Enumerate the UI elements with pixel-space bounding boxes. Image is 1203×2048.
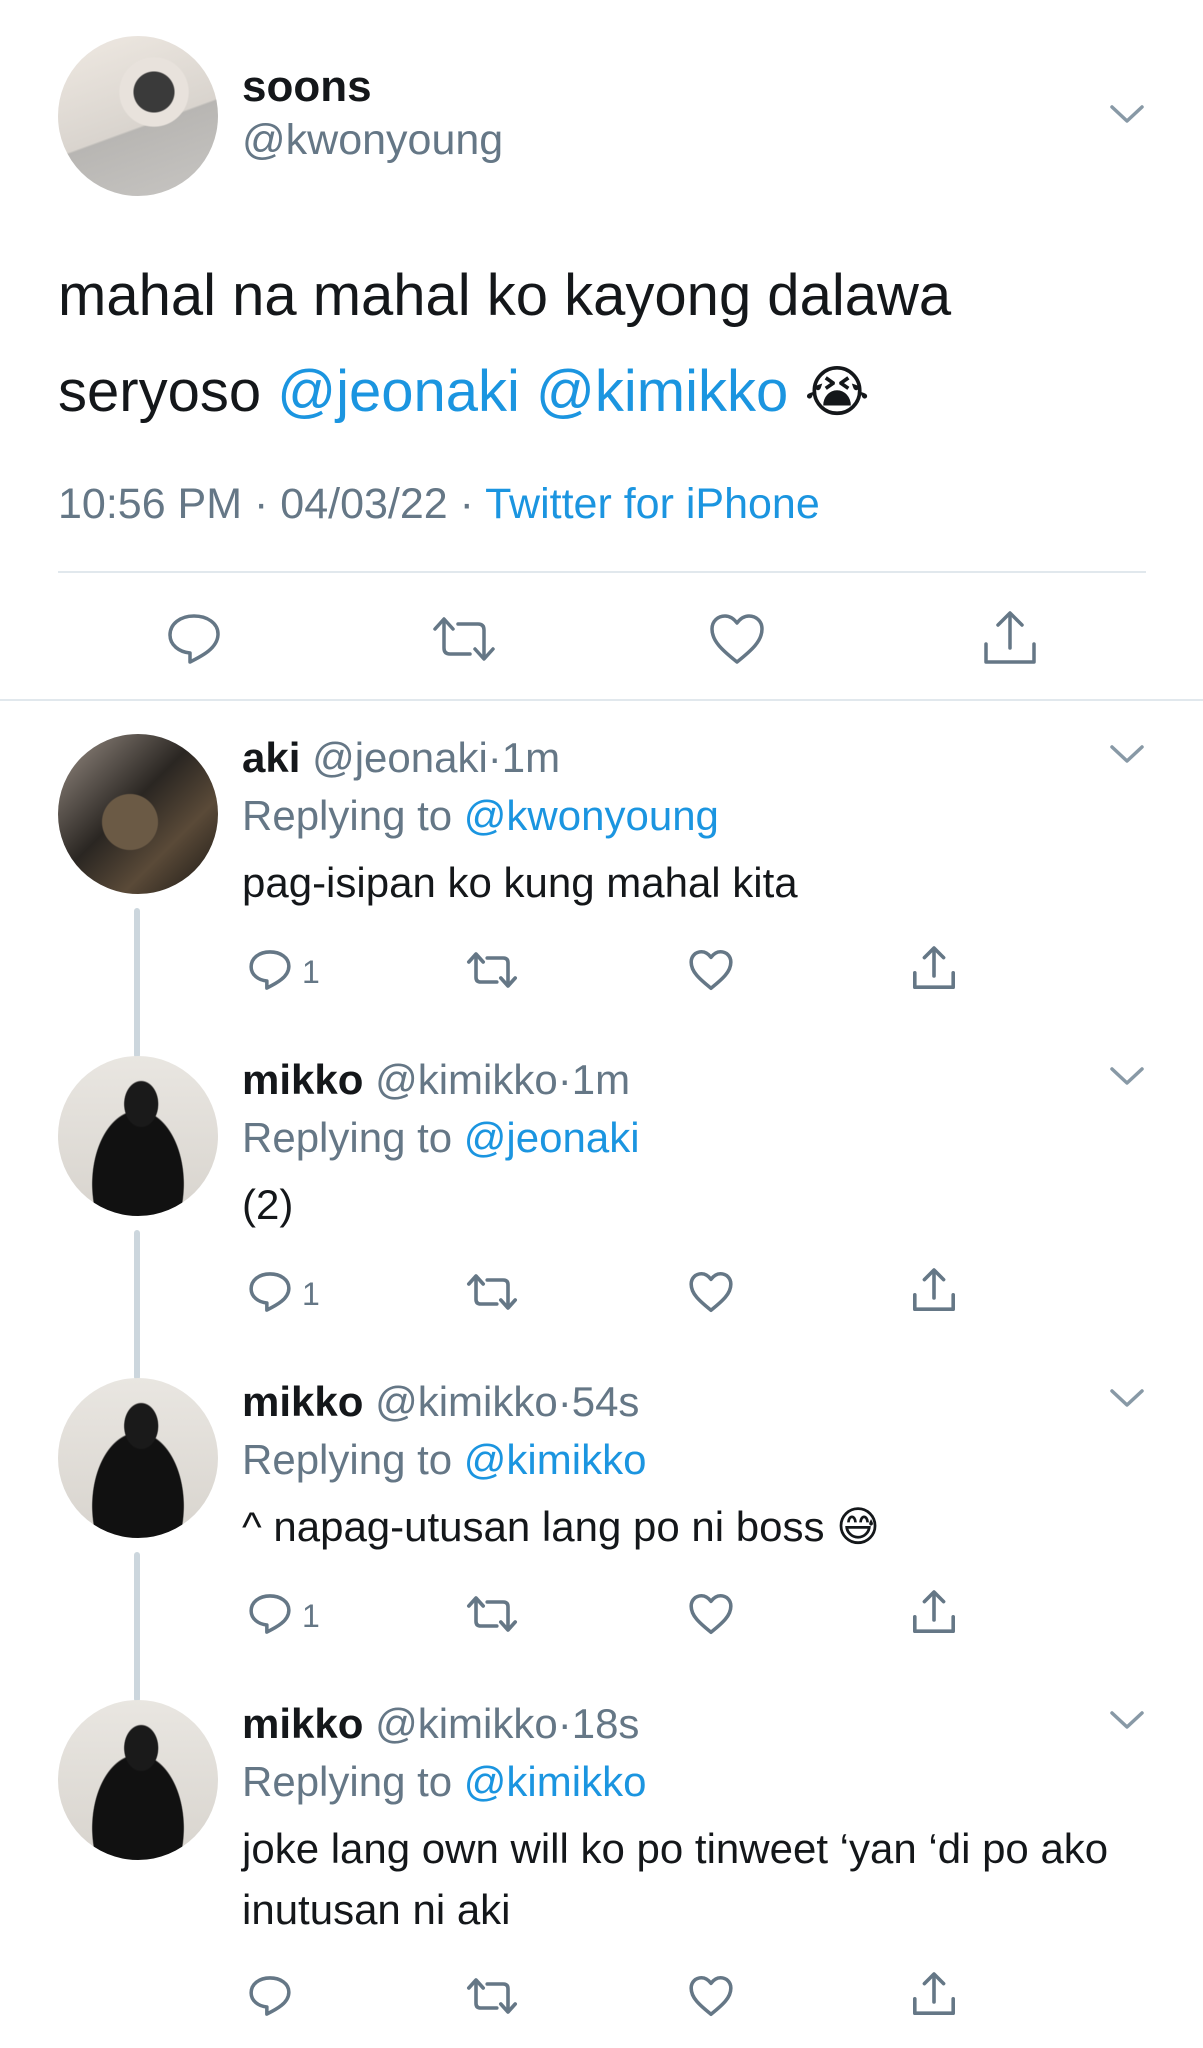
mention-link[interactable]: @kimikko [536,359,788,424]
mention-link[interactable]: @jeonaki [464,1114,640,1161]
author-name[interactable]: mikko [242,1700,363,1747]
retweet-icon[interactable] [432,614,496,664]
author-name[interactable]: mikko [242,1056,363,1103]
reply-icon[interactable] [248,1270,292,1314]
reply-icon[interactable] [248,948,292,992]
tweet-time: 10:56 PM [58,480,243,528]
reply-header: mikko @kimikko·54s [242,1378,639,1426]
avatar[interactable] [58,1378,218,1538]
author-handle[interactable]: @kimikko [375,1700,558,1747]
share-icon[interactable] [910,1266,958,1314]
replying-label: Replying to [242,1114,453,1161]
like-icon[interactable] [688,1974,734,2018]
mention-link[interactable]: @kimikko [464,1758,647,1805]
tweet-age: 1m [571,1056,631,1103]
chevron-down-icon[interactable] [1110,744,1144,764]
reply-count: 1 [302,1276,320,1312]
reply-count: 1 [302,954,320,990]
reply-icon[interactable] [248,1974,292,2018]
share-icon[interactable] [910,1970,958,2018]
like-icon[interactable] [688,1270,734,1314]
reply-icon[interactable] [166,612,222,666]
chevron-down-icon[interactable] [1110,1066,1144,1086]
chevron-down-icon[interactable] [1110,104,1144,124]
reply-actions: 1 [0,944,1203,1000]
reply-text: joke lang own will ko po tinweet ‘yan ‘d… [242,1825,1109,1933]
mention-link[interactable]: @kwonyoung [464,792,719,839]
reply-header: mikko @kimikko·18s [242,1700,639,1748]
tweet-text-prefix: seryoso [58,359,262,424]
reply-actions [0,1970,1203,2026]
avatar[interactable] [58,734,218,894]
chevron-down-icon[interactable] [1110,1388,1144,1408]
divider [0,699,1203,701]
retweet-icon[interactable] [466,1594,518,1634]
meta-separator: · [557,1700,572,1747]
reply-count: 1 [302,1598,320,1634]
tweet-age: 18s [571,1700,640,1747]
avatar[interactable] [58,1056,218,1216]
share-icon[interactable] [910,1588,958,1636]
meta-separator: · [557,1056,572,1103]
author-handle[interactable]: @kimikko [375,1378,558,1425]
tweet-source-link[interactable]: Twitter for iPhone [485,480,820,528]
author-name[interactable]: soons [242,62,372,112]
author-handle[interactable]: @jeonaki [312,734,488,781]
crying-emoji: 😭 [804,360,870,425]
tweet-age: 1m [501,734,561,781]
divider [58,571,1146,573]
tweet-date: 04/03/22 [280,480,448,528]
retweet-icon[interactable] [466,1272,518,1312]
meta-separator: · [254,480,269,528]
tweet-meta: 10:56 PM · 04/03/22 · Twitter for iPhone [58,480,820,529]
mention-link[interactable]: @jeonaki [277,359,520,424]
tweet-age: 54s [571,1378,640,1425]
reply-text: pag-isipan ko kung mahal kita [242,859,798,906]
reply-text: ^ napag-utusan lang po ni boss 😅 [242,1503,880,1550]
share-icon[interactable] [910,944,958,992]
mention-link[interactable]: @kimikko [464,1436,647,1483]
meta-separator: · [459,480,474,528]
replying-to: Replying to @jeonaki [242,1114,640,1162]
like-icon[interactable] [708,612,766,666]
meta-separator: · [557,1378,572,1425]
chevron-down-icon[interactable] [1110,1710,1144,1730]
reply-actions: 1 [0,1588,1203,1644]
retweet-icon[interactable] [466,950,518,990]
tweet-text-line1: mahal na mahal ko kayong dalawa [58,263,952,328]
meta-separator: · [487,734,502,781]
replying-to: Replying to @kimikko [242,1758,646,1806]
share-icon[interactable] [980,608,1040,668]
replying-label: Replying to [242,792,453,839]
like-icon[interactable] [688,1592,734,1636]
avatar[interactable] [58,36,218,196]
reply-text: (2) [242,1181,294,1228]
reply-header: aki @jeonaki·1m [242,734,560,782]
author-handle[interactable]: @kwonyoung [242,116,503,165]
tweet-actions [0,604,1203,668]
replying-label: Replying to [242,1758,453,1805]
retweet-icon[interactable] [466,1976,518,2016]
replying-to: Replying to @kimikko [242,1436,646,1484]
avatar[interactable] [58,1700,218,1860]
tweet-text: mahal na mahal ko kayong dalawa seryoso … [58,248,1158,441]
author-name[interactable]: mikko [242,1378,363,1425]
author-handle[interactable]: @kimikko [375,1056,558,1103]
replying-to: Replying to @kwonyoung [242,792,719,840]
like-icon[interactable] [688,948,734,992]
reply-header: mikko @kimikko·1m [242,1056,630,1104]
reply-icon[interactable] [248,1592,292,1636]
reply-actions: 1 [0,1266,1203,1322]
replying-label: Replying to [242,1436,453,1483]
author-name[interactable]: aki [242,734,300,781]
